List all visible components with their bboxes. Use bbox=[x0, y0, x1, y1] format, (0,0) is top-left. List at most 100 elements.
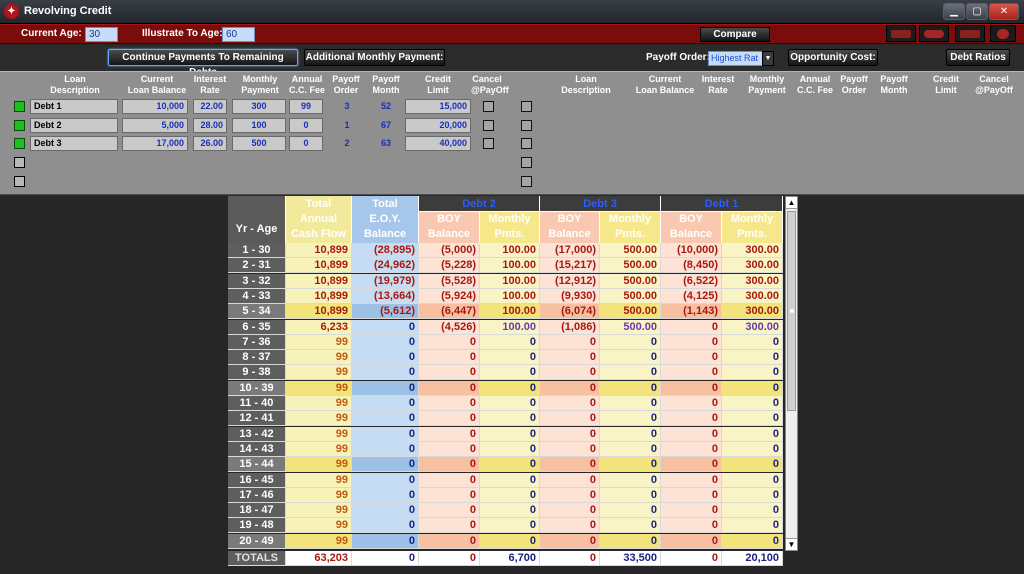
payoff-order-label: Payoff Order: bbox=[646, 52, 710, 63]
eoy-balance-cell: 0 bbox=[352, 380, 419, 396]
payoff-month-value: 63 bbox=[380, 138, 391, 148]
debt3-boy-balance-cell: (15,217) bbox=[540, 258, 600, 274]
credit-limit-input[interactable]: 40,000 bbox=[405, 136, 471, 151]
continue-payments-button[interactable]: Continue Payments To Remaining Debts bbox=[108, 49, 298, 78]
debt2-monthly-pmt-cell: 0 bbox=[480, 380, 540, 396]
debt1-boy-balance-cell: (4,125) bbox=[661, 288, 722, 304]
header-current-loan-balance-right: Current Loan Balance bbox=[635, 74, 695, 95]
illustrate-age-input[interactable]: 60 bbox=[222, 27, 255, 42]
payoff-order-value: 3 bbox=[344, 101, 350, 111]
annual-fee-input[interactable]: 0 bbox=[289, 118, 323, 133]
debt2-monthly-pmt-cell: 0 bbox=[480, 518, 540, 534]
debt1-monthly-pmt-cell: 300.00 bbox=[722, 304, 783, 320]
right-row-checkbox[interactable] bbox=[521, 101, 532, 112]
cancel-at-payoff-checkbox[interactable] bbox=[483, 101, 494, 112]
annual-fee-input[interactable]: 99 bbox=[289, 99, 323, 114]
loan-balance-input[interactable]: 10,000 bbox=[122, 99, 188, 114]
table-row: 11 - 40 99 0 0 0 0 0 0 0 bbox=[228, 396, 783, 411]
debt3-boy-balance-cell: (17,000) bbox=[540, 243, 600, 258]
close-icon[interactable]: ✕ bbox=[989, 3, 1019, 20]
debt2-boy-balance-cell: 0 bbox=[419, 365, 480, 381]
debt-active-checkbox[interactable] bbox=[14, 138, 25, 149]
debt2-boy-balance-cell: 0 bbox=[419, 533, 480, 549]
debt3-boy-balance-cell: 0 bbox=[540, 518, 600, 534]
eoy-balance-cell: (19,979) bbox=[352, 273, 419, 289]
debt3-monthly-pmt-cell: 0 bbox=[600, 426, 661, 442]
interest-rate-input[interactable]: 22.00 bbox=[193, 99, 227, 114]
table-row: 17 - 46 99 0 0 0 0 0 0 0 bbox=[228, 487, 783, 503]
eoy-balance-cell: 0 bbox=[352, 411, 419, 427]
monthly-payment-input[interactable]: 100 bbox=[232, 118, 286, 133]
right-row-checkbox[interactable] bbox=[521, 157, 532, 168]
eoy-balance-cell: (5,612) bbox=[352, 304, 419, 320]
app-icon: ✦ bbox=[4, 4, 19, 19]
right-row-checkbox[interactable] bbox=[521, 120, 532, 131]
debt3-monthly-pmt-cell: 0 bbox=[600, 518, 661, 534]
credit-limit-input[interactable]: 20,000 bbox=[405, 118, 471, 133]
eoy-balance-cell: 0 bbox=[352, 487, 419, 503]
compare-button[interactable]: Compare bbox=[700, 27, 770, 42]
annual-cash-flow-cell: 99 bbox=[286, 533, 352, 549]
debt2-monthly-pmt-cell: 0 bbox=[480, 365, 540, 381]
debt-active-checkbox[interactable] bbox=[14, 101, 25, 112]
cancel-at-payoff-checkbox[interactable] bbox=[483, 120, 494, 131]
header-cancel-at-payoff: Cancel @PayOff bbox=[471, 74, 509, 95]
debt2-boy-balance-cell: 0 bbox=[419, 350, 480, 366]
debt3-boy-balance-cell: 0 bbox=[540, 533, 600, 549]
table-view-icon[interactable] bbox=[886, 25, 916, 42]
year-age-cell: 14 - 43 bbox=[228, 441, 286, 457]
payoff-order-value: 1 bbox=[344, 120, 350, 130]
year-age-cell: 13 - 42 bbox=[228, 426, 286, 442]
report-view-icon[interactable] bbox=[955, 25, 985, 42]
current-age-input[interactable]: 30 bbox=[85, 27, 118, 42]
header-yr-age: Yr - Age bbox=[228, 196, 286, 243]
eoy-balance-cell: 0 bbox=[352, 426, 419, 442]
debt2-boy-balance-cell: (5,000) bbox=[419, 243, 480, 258]
illustrate-age-label: Illustrate To Age: bbox=[142, 28, 223, 39]
opportunity-cost-button[interactable]: Opportunity Cost: bbox=[788, 49, 878, 66]
debt3-monthly-pmt-cell: 0 bbox=[600, 350, 661, 366]
minimize-icon[interactable]: ▁ bbox=[943, 3, 965, 20]
debt1-boy-balance-cell: 0 bbox=[661, 457, 722, 473]
debt1-monthly-pmt-cell: 0 bbox=[722, 350, 783, 366]
debt-ratios-button[interactable]: Debt Ratios bbox=[946, 49, 1010, 66]
settings-view-icon[interactable] bbox=[990, 25, 1016, 42]
totals-row: TOTALS 63,203 0 0 6,700 0 33,500 0 20,100 bbox=[228, 551, 783, 566]
monthly-payment-input[interactable]: 300 bbox=[232, 99, 286, 114]
annual-cash-flow-cell: 10,899 bbox=[286, 258, 352, 274]
grid-scrollbar[interactable]: ▲ ▼ bbox=[785, 196, 798, 551]
debt2-boy-balance-cell: 0 bbox=[419, 457, 480, 473]
annual-fee-input[interactable]: 0 bbox=[289, 136, 323, 151]
debt2-monthly-pmt-cell: 100.00 bbox=[480, 273, 540, 289]
empty-row-checkbox[interactable] bbox=[14, 157, 25, 168]
scroll-down-icon[interactable]: ▼ bbox=[786, 538, 797, 550]
loan-balance-input[interactable]: 5,000 bbox=[122, 118, 188, 133]
debt1-monthly-pmt-cell: 0 bbox=[722, 503, 783, 519]
right-row-checkbox[interactable] bbox=[521, 176, 532, 187]
splitter-handle[interactable] bbox=[790, 309, 794, 313]
table-row: 4 - 33 10,899 (13,664) (5,924) 100.00 (9,930)… bbox=[228, 288, 783, 304]
loan-balance-input[interactable]: 17,000 bbox=[122, 136, 188, 151]
additional-payment-button[interactable]: Additional Monthly Payment: bbox=[304, 49, 445, 66]
eoy-balance-cell: (24,962) bbox=[352, 258, 419, 274]
debt3-monthly-pmt-cell: 500.00 bbox=[600, 243, 661, 258]
chevron-down-icon[interactable]: ▼ bbox=[762, 51, 774, 66]
maximize-icon[interactable]: ▢ bbox=[966, 3, 988, 20]
chart-view-icon[interactable] bbox=[919, 25, 949, 42]
scroll-up-icon[interactable]: ▲ bbox=[786, 197, 797, 209]
loan-description-input[interactable]: Debt 3 bbox=[30, 136, 118, 151]
table-row: 13 - 42 99 0 0 0 0 0 0 0 bbox=[228, 426, 783, 442]
header-debt-group: Debt 3 bbox=[540, 196, 661, 212]
right-row-checkbox[interactable] bbox=[521, 138, 532, 149]
loan-description-input[interactable]: Debt 2 bbox=[30, 118, 118, 133]
cancel-at-payoff-checkbox[interactable] bbox=[483, 138, 494, 149]
interest-rate-input[interactable]: 28.00 bbox=[193, 118, 227, 133]
loan-description-input[interactable]: Debt 1 bbox=[30, 99, 118, 114]
debt-active-checkbox[interactable] bbox=[14, 120, 25, 131]
credit-limit-input[interactable]: 15,000 bbox=[405, 99, 471, 114]
monthly-payment-input[interactable]: 500 bbox=[232, 136, 286, 151]
interest-rate-input[interactable]: 26.00 bbox=[193, 136, 227, 151]
annual-cash-flow-cell: 99 bbox=[286, 472, 352, 488]
empty-row-checkbox[interactable] bbox=[14, 176, 25, 187]
year-age-cell: 9 - 38 bbox=[228, 365, 286, 381]
